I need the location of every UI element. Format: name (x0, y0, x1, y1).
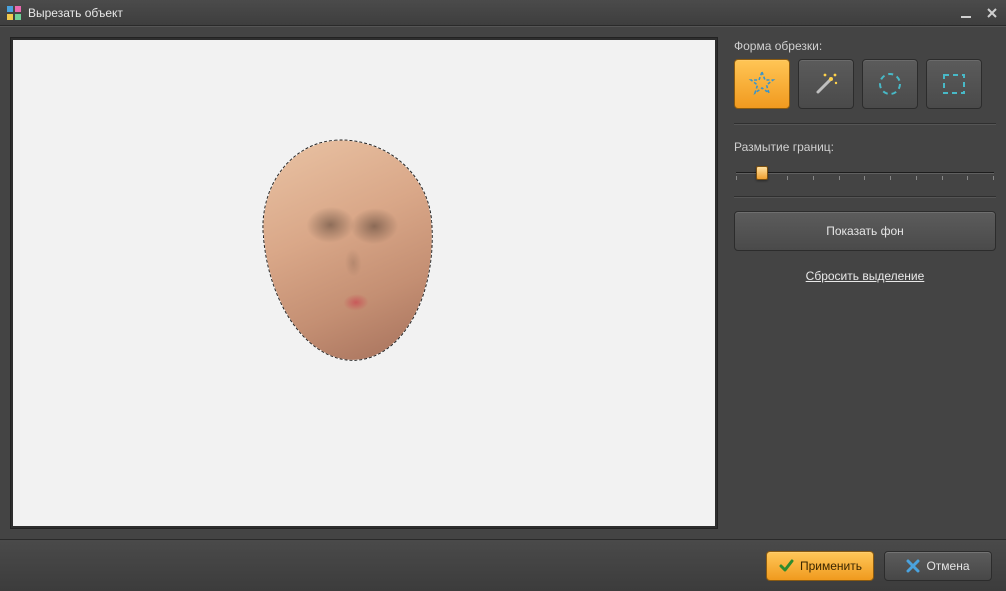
window-controls (958, 5, 1000, 21)
apply-button[interactable]: Применить (766, 551, 874, 581)
app-icon (6, 5, 22, 21)
cancel-label: Отмена (926, 559, 969, 573)
blur-slider[interactable] (734, 160, 996, 182)
cancel-button[interactable]: Отмена (884, 551, 992, 581)
window-title: Вырезать объект (28, 6, 958, 20)
star-icon (747, 69, 777, 99)
rect-select-tool[interactable] (926, 59, 982, 109)
magic-wand-tool[interactable] (798, 59, 854, 109)
slider-ticks (736, 176, 994, 180)
dialog-footer: Применить Отмена (0, 539, 1006, 591)
crop-shape-label: Форма обрезки: (734, 39, 996, 53)
show-background-button[interactable]: Показать фон (734, 211, 996, 251)
auto-star-tool[interactable] (734, 59, 790, 109)
magic-wand-icon (811, 69, 841, 99)
image-canvas[interactable] (13, 40, 715, 526)
crop-tool-row (734, 59, 996, 109)
blur-border-label: Размытие границ: (734, 140, 996, 154)
slider-track-line (736, 172, 994, 174)
divider (734, 196, 996, 197)
show-background-label: Показать фон (826, 224, 904, 238)
reset-selection-label: Сбросить выделение (806, 269, 925, 283)
canvas-frame (10, 37, 718, 529)
dashed-circle-icon (875, 69, 905, 99)
ellipse-select-tool[interactable] (862, 59, 918, 109)
titlebar: Вырезать объект (0, 0, 1006, 26)
reset-selection-link[interactable]: Сбросить выделение (734, 269, 996, 283)
minimize-button[interactable] (958, 5, 974, 21)
close-button[interactable] (984, 5, 1000, 21)
divider (734, 123, 996, 124)
slider-thumb[interactable] (756, 166, 768, 180)
close-icon (906, 559, 920, 573)
check-icon (778, 558, 794, 574)
main-area: Форма обрезки: (0, 26, 1006, 539)
selection-shape[interactable] (258, 134, 441, 365)
dashed-rect-icon (939, 69, 969, 99)
side-panel: Форма обрезки: (734, 37, 996, 529)
apply-label: Применить (800, 559, 862, 573)
